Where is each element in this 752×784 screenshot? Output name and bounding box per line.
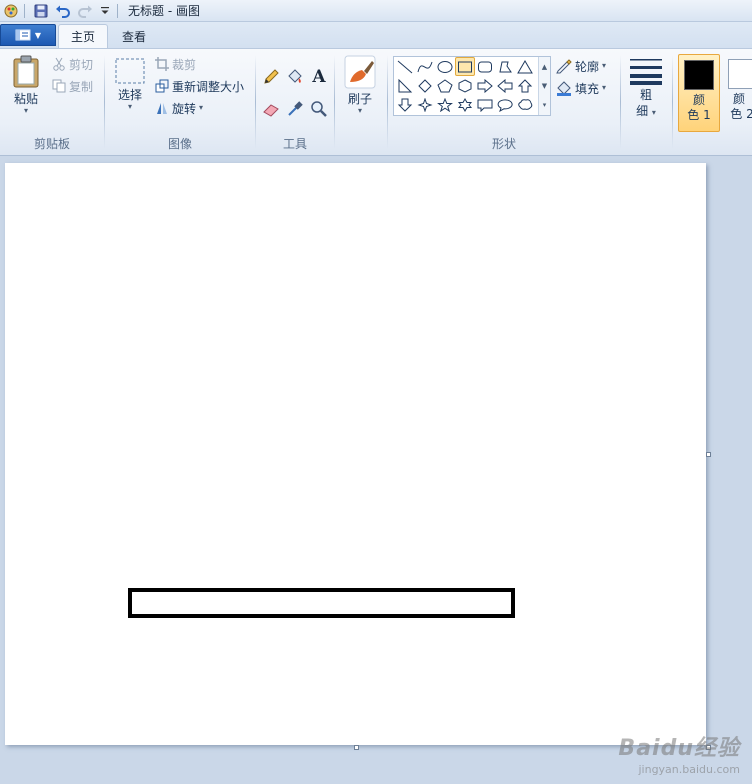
chevron-down-icon: ▾: [199, 103, 204, 112]
separator: [117, 3, 118, 18]
magnifier-icon: [311, 101, 327, 117]
text-icon: A: [312, 67, 326, 87]
paste-label: 粘贴: [13, 92, 38, 106]
fill-button[interactable]: [284, 66, 306, 88]
shapes-label-container: 形状: [388, 49, 620, 155]
rotate-button[interactable]: 旋转 ▾: [155, 98, 203, 118]
select-button[interactable]: 选择 ▾: [111, 57, 149, 111]
window-title: 无标题 - 画图: [128, 4, 200, 18]
group-separator: [672, 55, 673, 149]
watermark: Baidu经验 jingyan.baidu.com: [618, 730, 740, 776]
paint-bucket-icon: [288, 69, 302, 83]
color2-swatch: [728, 59, 752, 89]
app-menu-button[interactable]: ▼: [0, 24, 56, 46]
group-brushes: 刷子 ▾: [335, 49, 385, 155]
ribbon: 粘贴 ▾ 剪切 复制 剪贴板 选择 ▾ 裁剪 重新调整大小 旋转 ▾ 图像 A …: [0, 48, 752, 156]
rotate-icon: [157, 103, 167, 114]
drawn-rectangle[interactable]: [128, 588, 515, 618]
chevron-down-icon: ▾: [127, 102, 132, 111]
brushes-label: 刷子: [347, 92, 372, 106]
color1-swatch: [684, 60, 714, 90]
tab-label: 主页: [71, 30, 96, 44]
magnifier-button[interactable]: [308, 98, 330, 120]
group-label: 形状: [491, 137, 516, 151]
brush-icon: [344, 55, 376, 89]
watermark-logo: Baidu经验: [618, 736, 740, 761]
color1-button[interactable]: 颜 色 1: [678, 54, 720, 132]
copy-label: 复制: [69, 79, 94, 94]
chevron-down-icon: ▾: [357, 106, 362, 115]
size-label-line1: 粗: [639, 88, 652, 102]
resize-label: 重新调整大小: [172, 79, 245, 94]
color-picker-button[interactable]: [284, 98, 306, 120]
color1-label-line2: 色 1: [687, 108, 711, 122]
copy-button[interactable]: 复制: [52, 76, 93, 96]
title-bar: 无标题 - 画图: [0, 0, 752, 22]
watermark-url: jingyan.baidu.com: [638, 763, 740, 776]
size-label-line2: 细 ▾: [636, 104, 656, 118]
group-clipboard: 粘贴 ▾ 剪切 复制 剪贴板: [0, 49, 104, 155]
pencil-icon: [264, 69, 279, 84]
tab-label: 查看: [122, 29, 147, 44]
eyedropper-icon: [288, 101, 303, 116]
cut-button[interactable]: 剪切: [52, 54, 93, 74]
rotate-label: 旋转: [172, 101, 197, 116]
paint-app-icon[interactable]: [2, 2, 20, 20]
color2-label-line2: 色 2: [730, 107, 752, 121]
select-label: 选择: [117, 88, 142, 102]
undo-icon[interactable]: [53, 2, 73, 20]
ribbon-tab-row: ▼ 主页 查看: [0, 22, 752, 48]
pencil-button[interactable]: [260, 66, 282, 88]
redo-icon[interactable]: [75, 2, 95, 20]
paste-button[interactable]: 粘贴 ▾: [8, 55, 44, 115]
resize-handle-bottom[interactable]: [354, 745, 359, 750]
size-button[interactable]: 粗 细 ▾: [628, 57, 664, 121]
resize-icon: [155, 79, 169, 93]
crop-label: 裁剪: [172, 57, 197, 72]
color1-label-line1: 颜: [692, 93, 705, 107]
canvas-workspace: Baidu经验 jingyan.baidu.com: [0, 156, 752, 784]
resize-button[interactable]: 重新调整大小: [155, 76, 244, 96]
color2-button[interactable]: 颜 色 2: [724, 54, 752, 132]
text-tool-button[interactable]: A: [308, 66, 330, 88]
eraser-button[interactable]: [260, 98, 282, 120]
brushes-button[interactable]: 刷子 ▾: [343, 55, 377, 115]
line-width-icon: [630, 59, 662, 85]
group-label: 工具: [282, 137, 307, 151]
drawing-canvas[interactable]: [5, 163, 706, 745]
customize-quick-access-icon[interactable]: [97, 2, 113, 20]
save-icon[interactable]: [31, 2, 51, 20]
resize-handle-right[interactable]: [706, 452, 711, 457]
clipboard-icon: [13, 55, 39, 88]
group-label: 图像: [167, 137, 192, 151]
app-menu-icon: [15, 29, 31, 41]
tab-view[interactable]: 查看: [110, 24, 158, 48]
chevron-down-icon: ▾: [23, 106, 28, 115]
group-size: 粗 细 ▾: [621, 49, 671, 155]
copy-icon: [52, 79, 66, 93]
group-label: 剪贴板: [33, 137, 70, 151]
group-tools: A 工具: [256, 49, 334, 155]
color2-label-line1: 颜: [732, 92, 745, 106]
crop-icon: [155, 57, 169, 71]
chevron-down-icon: ▼: [34, 30, 42, 40]
cut-label: 剪切: [69, 57, 94, 72]
crop-button[interactable]: 裁剪: [155, 54, 196, 74]
eraser-icon: [263, 104, 279, 117]
scissors-icon: [53, 57, 65, 71]
separator: [24, 3, 25, 18]
tab-home[interactable]: 主页: [58, 24, 109, 48]
selection-icon: [115, 58, 145, 84]
group-image: 选择 ▾ 裁剪 重新调整大小 旋转 ▾ 图像: [105, 49, 255, 155]
